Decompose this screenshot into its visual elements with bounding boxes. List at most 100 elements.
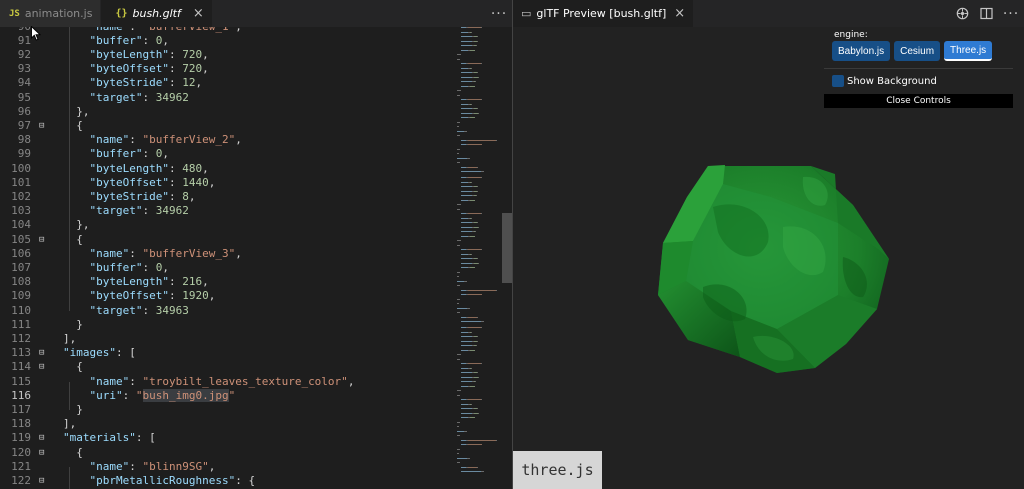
fold-toggle-icon[interactable]: ⊟ (31, 431, 63, 445)
code-line[interactable]: 111 } (0, 318, 452, 332)
tab-bush-gltf[interactable]: {} bush.gltf × (101, 0, 212, 27)
code-line[interactable]: 94 "byteStride": 12, (0, 76, 452, 90)
code-editor[interactable]: 90 "name": "bufferView_1",91 "buffer": 0… (0, 27, 512, 489)
close-controls-button[interactable]: Close Controls (824, 94, 1013, 108)
code-line[interactable]: 116 "uri": "bush_img0.jpg" (0, 388, 452, 403)
code-line[interactable]: 93 "byteOffset": 720, (0, 62, 452, 76)
code-line[interactable]: 106 "name": "bufferView_3", (0, 247, 452, 261)
code-line[interactable]: 103 "target": 34962 (0, 204, 452, 218)
code-token: "images" (63, 346, 116, 360)
code-line[interactable]: 109 "byteOffset": 1920, (0, 289, 452, 303)
code-line[interactable]: 91 "buffer": 0, (0, 34, 452, 48)
fold-toggle-icon[interactable]: ⊟ (31, 360, 63, 374)
code-line[interactable]: 108 "byteLength": 216, (0, 275, 452, 289)
tab-gltf-preview[interactable]: ▭ glTF Preview [bush.gltf] × (513, 0, 694, 27)
minimap-line (478, 76, 479, 78)
code-token: "uri" (89, 388, 123, 402)
code-line[interactable]: 114 ⊟ { (0, 360, 452, 374)
minimap[interactable] (455, 27, 502, 489)
code-line[interactable]: 110 "target": 34963 (0, 304, 452, 318)
code-line[interactable]: 117 } (0, 403, 452, 417)
engine-cesium-button[interactable]: Cesium (894, 41, 941, 61)
more-actions-icon[interactable]: ··· (998, 0, 1024, 27)
code-line[interactable]: 102 "byteStride": 8, (0, 190, 452, 204)
fold-toggle-icon[interactable]: ⊟ (31, 346, 63, 360)
engine-babylonjs-button[interactable]: Babylon.js (832, 41, 891, 61)
minimap-line (461, 417, 468, 418)
more-actions-icon[interactable]: ··· (486, 0, 512, 27)
line-number: 100 (11, 161, 31, 175)
minimap-line (467, 307, 470, 309)
code-line[interactable]: 107 "buffer": 0, (0, 261, 452, 275)
code-line[interactable]: 98 "name": "bufferView_2", (0, 133, 452, 147)
code-line[interactable]: 97 ⊟ { (0, 119, 452, 133)
code-text: "pbrMetallicRoughness": { (63, 474, 256, 488)
code-token: : (142, 204, 156, 218)
code-token: : (168, 289, 183, 303)
code-line[interactable]: 113 ⊟ "images": [ (0, 346, 452, 360)
code-line[interactable]: 92 "byteLength": 720, (0, 48, 452, 62)
code-line[interactable]: 122 ⊟ "pbrMetallicRoughness": { (0, 474, 452, 488)
code-line[interactable]: 120 ⊟ { (0, 446, 452, 460)
minimap-line (464, 280, 467, 282)
code-line[interactable]: 115 "name": "troybilt_leaves_texture_col… (0, 375, 452, 389)
close-tab-icon[interactable]: × (193, 6, 204, 21)
vertical-scrollbar-thumb[interactable] (502, 213, 512, 283)
code-text: "images": [ (63, 346, 136, 360)
code-line[interactable]: 95 "target": 34962 (0, 91, 452, 105)
code-token: "name" (89, 374, 130, 388)
close-tab-icon[interactable]: × (674, 6, 685, 21)
code-line[interactable]: 96 }, (0, 105, 452, 119)
tab-animation-js[interactable]: JS animation.js (0, 0, 102, 27)
minimap-line (468, 249, 481, 250)
fold-toggle-icon[interactable]: ⊟ (31, 233, 63, 247)
show-background-row[interactable]: Show Background (824, 70, 1013, 92)
code-line[interactable]: 104 }, (0, 218, 452, 232)
show-background-checkbox[interactable] (832, 75, 844, 87)
fold-toggle-icon[interactable]: ⊟ (31, 119, 63, 133)
minimap-line (457, 130, 464, 132)
gltf-debug-icon[interactable] (950, 0, 974, 27)
code-token: : (142, 147, 156, 161)
code-token: , (235, 133, 242, 147)
minimap-line (461, 217, 468, 219)
minimap-line (457, 426, 459, 427)
code-line[interactable]: 118], (0, 417, 452, 431)
gltf-preview-viewport[interactable]: engine: Babylon.js Cesium Three.js Show … (513, 27, 1024, 489)
engine-threejs-button[interactable]: Three.js (944, 41, 993, 61)
code-line[interactable]: 119 ⊟ "materials": [ (0, 431, 452, 445)
code-token: "byteStride" (89, 76, 169, 90)
minimap-line (468, 139, 496, 141)
minimap-line (470, 199, 475, 201)
split-editor-icon[interactable] (974, 0, 998, 27)
code-token: 12 (182, 76, 196, 90)
code-line[interactable]: 105 ⊟ { (0, 233, 452, 247)
fold-toggle-icon[interactable]: ⊟ (31, 474, 63, 488)
minimap-line (461, 331, 468, 333)
minimap-line (457, 280, 464, 282)
code-token: "target" (89, 204, 143, 218)
code-text: "name": "blinn9SG", (63, 460, 216, 474)
minimap-line (481, 363, 482, 364)
code-token: "byteLength" (89, 48, 169, 61)
code-line[interactable]: 90 "name": "bufferView_1", (0, 27, 452, 34)
code-line[interactable]: 99 "buffer": 0, (0, 147, 452, 161)
code-token: : (129, 133, 143, 147)
code-line[interactable]: 100 "byteLength": 480, (0, 162, 452, 176)
code-token: , (208, 175, 216, 189)
code-token: "buffer" (89, 147, 143, 161)
gutter (31, 162, 63, 176)
line-number: 115 (11, 374, 31, 388)
minimap-line (461, 235, 468, 237)
code-line[interactable]: 101 "byteOffset": 1440, (0, 176, 452, 190)
code-token: } (63, 403, 83, 416)
code-line[interactable]: 112], (0, 332, 452, 346)
line-number: 106 (11, 246, 31, 260)
line-number: 114 (11, 360, 31, 374)
code-line[interactable]: 121 "name": "blinn9SG", (0, 460, 452, 474)
fold-toggle-icon[interactable]: ⊟ (31, 446, 63, 460)
code-token: : (168, 161, 183, 175)
